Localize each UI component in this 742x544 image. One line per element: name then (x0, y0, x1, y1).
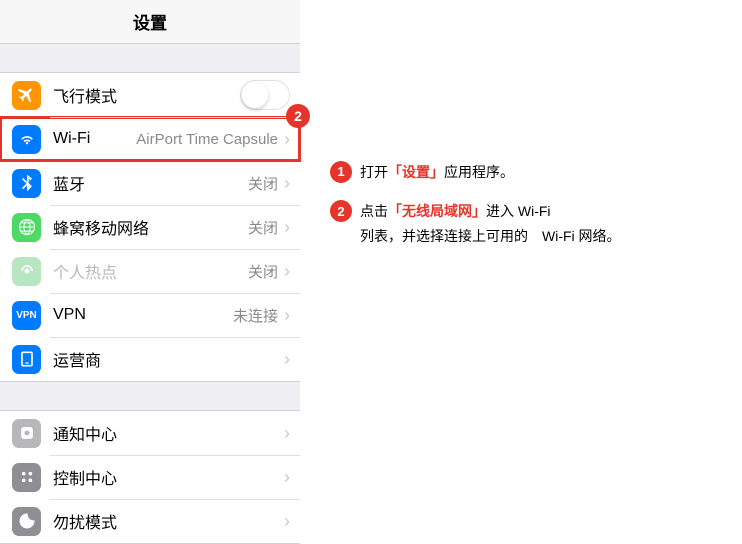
wifi-label: Wi-Fi (53, 130, 90, 148)
notifications-icon (12, 419, 41, 448)
airplane-icon (12, 81, 41, 110)
airplane-label: 飞行模式 (53, 83, 117, 107)
dnd-label: 勿扰模式 (53, 509, 117, 533)
wifi-value: AirPort Time Capsule (90, 131, 284, 148)
instruction-step-2: 2 点击「无线局域网」进入 Wi-Fi 列表，并选择连接上可用的 Wi-Fi 网… (330, 199, 730, 249)
instructions: 1 打开「设置」应用程序。 2 点击「无线局域网」进入 Wi-Fi 列表，并选择… (330, 160, 730, 264)
bluetooth-label: 蓝牙 (53, 171, 85, 195)
cellular-label: 蜂窝移动网络 (53, 215, 149, 239)
hotspot-value: 关闭 (117, 261, 284, 282)
row-hotspot[interactable]: 个人热点 关闭 › (0, 249, 300, 293)
carrier-label: 运营商 (53, 347, 101, 371)
navbar: 设置 (0, 0, 300, 44)
row-carrier[interactable]: 运营商 › (0, 337, 300, 381)
page-title: 设置 (133, 9, 167, 34)
callout-badge-2-on-phone: 2 (286, 104, 310, 128)
chevron-icon: › (284, 305, 290, 326)
settings-screen: 设置 飞行模式 Wi-Fi AirPort Time Capsule › 蓝牙 … (0, 0, 300, 500)
cellular-icon (12, 213, 41, 242)
chevron-icon: › (284, 217, 290, 238)
chevron-icon: › (284, 129, 290, 150)
wifi-icon (12, 125, 41, 154)
row-airplane[interactable]: 飞行模式 (0, 73, 300, 117)
dnd-icon (12, 507, 41, 536)
chevron-icon: › (284, 423, 290, 444)
group-system: 通知中心 › 控制中心 › 勿扰模式 › (0, 410, 300, 544)
chevron-icon: › (284, 261, 290, 282)
row-dnd[interactable]: 勿扰模式 › (0, 499, 300, 543)
bluetooth-value: 关闭 (85, 173, 284, 194)
group-network: 飞行模式 Wi-Fi AirPort Time Capsule › 蓝牙 关闭 … (0, 72, 300, 382)
step1-badge: 1 (330, 161, 352, 183)
hotspot-label: 个人热点 (53, 259, 117, 283)
chevron-icon: › (284, 511, 290, 532)
step2-text: 点击「无线局域网」进入 Wi-Fi 列表，并选择连接上可用的 Wi-Fi 网络。 (360, 199, 730, 249)
cellular-value: 关闭 (149, 217, 284, 238)
chevron-icon: › (284, 349, 290, 370)
row-controlcenter[interactable]: 控制中心 › (0, 455, 300, 499)
notifications-label: 通知中心 (53, 421, 117, 445)
row-bluetooth[interactable]: 蓝牙 关闭 › (0, 161, 300, 205)
vpn-value: 未连接 (86, 305, 284, 326)
chevron-icon: › (284, 173, 290, 194)
vpn-label: VPN (53, 306, 86, 324)
vpn-icon: VPN (12, 301, 41, 330)
airplane-toggle[interactable] (240, 80, 290, 110)
row-wifi[interactable]: Wi-Fi AirPort Time Capsule › (0, 117, 300, 161)
hotspot-icon (12, 257, 41, 286)
chevron-icon: › (284, 467, 290, 488)
row-notifications[interactable]: 通知中心 › (0, 411, 300, 455)
step2-badge: 2 (330, 200, 352, 222)
row-cellular[interactable]: 蜂窝移动网络 关闭 › (0, 205, 300, 249)
instruction-step-1: 1 打开「设置」应用程序。 (330, 160, 730, 185)
bluetooth-icon (12, 169, 41, 198)
controlcenter-label: 控制中心 (53, 465, 117, 489)
controlcenter-icon (12, 463, 41, 492)
row-vpn[interactable]: VPN VPN 未连接 › (0, 293, 300, 337)
step1-text: 打开「设置」应用程序。 (360, 160, 730, 185)
carrier-icon (12, 345, 41, 374)
